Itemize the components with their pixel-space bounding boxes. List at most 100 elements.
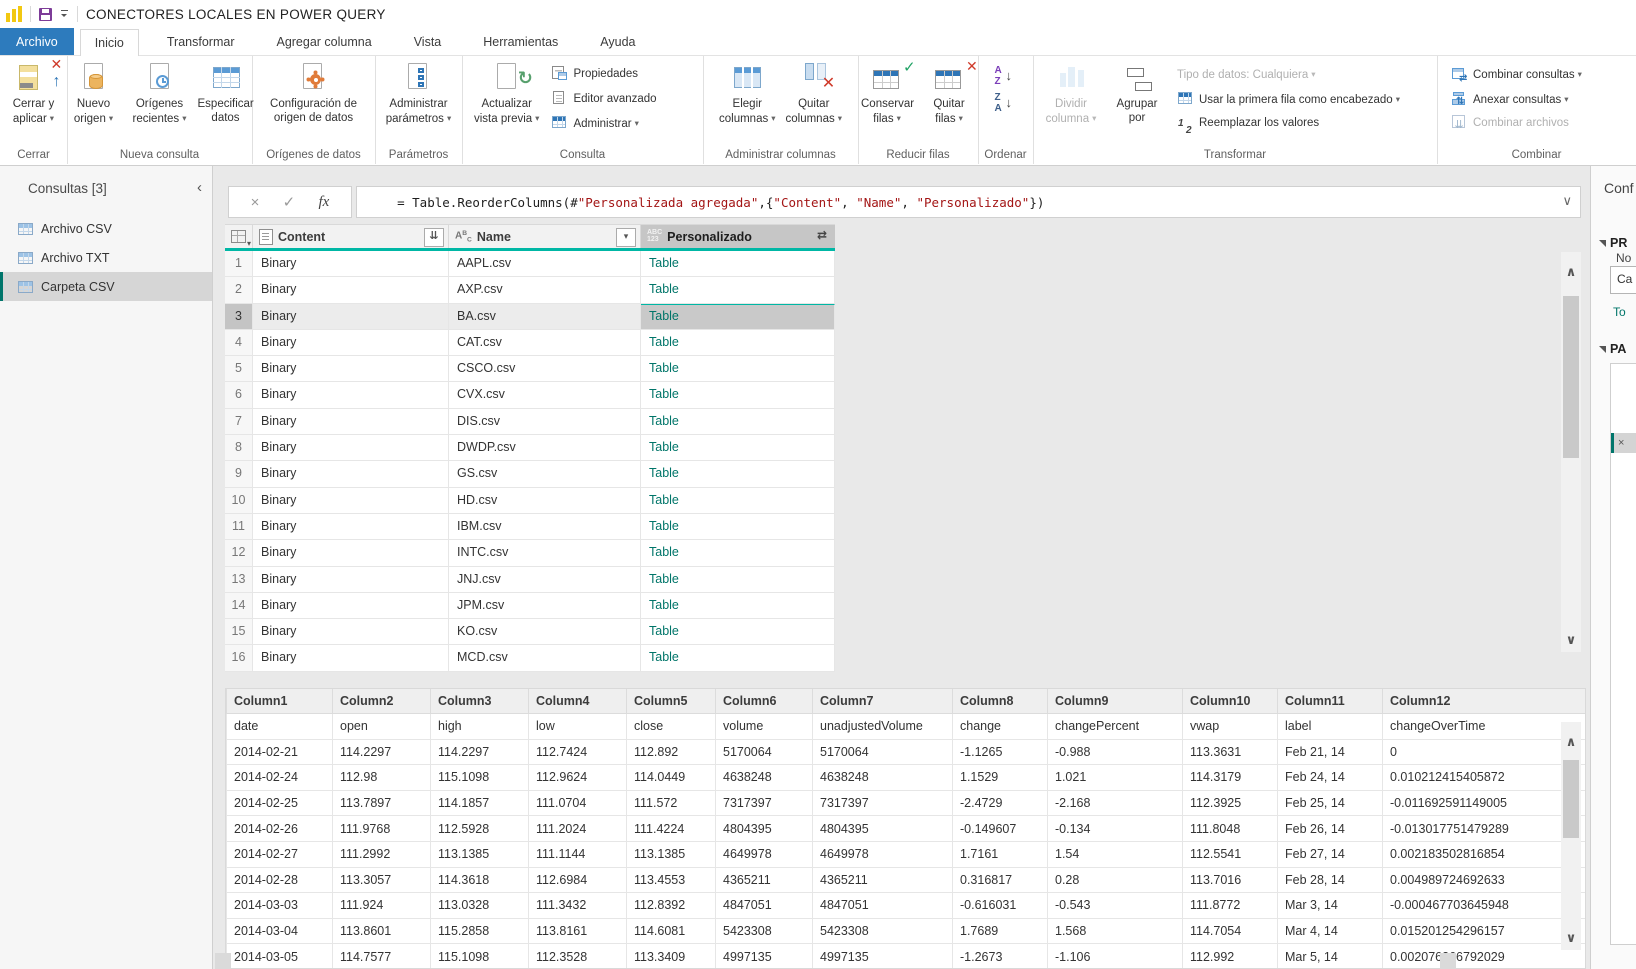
content-cell[interactable]: Binary [253,251,449,276]
horizontal-scrollbar-right[interactable] [1440,953,1456,969]
preview-cell[interactable]: 0.316817 [953,867,1048,893]
preview-cell[interactable]: 113.8161 [529,918,627,944]
preview-cell[interactable]: 5423308 [813,918,953,944]
name-cell[interactable]: CAT.csv [449,330,641,355]
personalizado-cell[interactable]: Table [641,514,835,539]
preview-cell[interactable]: -0.149607 [953,816,1048,842]
preview-cell[interactable]: 0 [1383,739,1587,765]
preview-cell[interactable]: -0.134 [1048,816,1183,842]
formula-confirm-icon[interactable]: ✓ [283,193,296,211]
applied-step-selected[interactable]: × [1611,433,1636,453]
preview-cell[interactable]: -2.4729 [953,790,1048,816]
preview-cell[interactable]: 7317397 [813,790,953,816]
ribbon-tab[interactable]: Ayuda [586,28,649,55]
row-number-cell[interactable]: 9 [225,461,253,486]
preview-cell[interactable]: 114.3179 [1183,765,1278,791]
sort-ascending-button[interactable]: A Z ↓ [989,65,1023,90]
preview-cell[interactable]: 4365211 [716,867,813,893]
preview-cell[interactable]: Feb 27, 14 [1278,841,1383,867]
row-number-cell[interactable]: 11 [225,514,253,539]
preview-cell[interactable]: -0.616031 [953,893,1048,919]
query-list-item[interactable]: Carpeta CSV [0,272,212,301]
preview-cell[interactable]: 113.0328 [431,893,529,919]
preview-cell[interactable]: 4847051 [716,893,813,919]
preview-cell[interactable]: 0.010212415405872 [1383,765,1587,791]
ribbon-button[interactable]: Conservarfilas [857,60,917,126]
name-cell[interactable]: AXP.csv [449,277,641,302]
select-all-corner-button[interactable] [225,224,253,248]
preview-cell[interactable]: 113.1385 [431,841,529,867]
row-number-cell[interactable]: 1 [225,251,253,276]
preview-column-header[interactable]: Column10 [1183,689,1278,714]
preview-cell[interactable]: 5170064 [716,739,813,765]
preview-column-header[interactable]: Column3 [431,689,529,714]
preview-cell[interactable]: Mar 4, 14 [1278,918,1383,944]
name-cell[interactable]: HD.csv [449,488,641,513]
properties-section-header[interactable]: PR [1599,236,1627,250]
ribbon-button[interactable]: Elegircolumnas [715,60,780,126]
preview-cell[interactable]: 2014-03-05 [227,944,333,969]
column-header-content[interactable]: Content ⇊ [253,224,449,248]
ribbon-tab[interactable]: Herramientas [469,28,572,55]
preview-cell[interactable]: 115.1098 [431,944,529,969]
preview-cell[interactable]: 112.5541 [1183,841,1278,867]
personalizado-cell[interactable]: Table [641,330,835,355]
preview-cell[interactable]: changeOverTime [1383,714,1587,740]
name-cell[interactable]: JPM.csv [449,593,641,618]
preview-cell[interactable]: 114.7054 [1183,918,1278,944]
content-cell[interactable]: Binary [253,619,449,644]
preview-cell[interactable]: 4997135 [813,944,953,969]
preview-column-header[interactable]: Column5 [627,689,716,714]
preview-cell[interactable]: 111.924 [333,893,431,919]
personalizado-cell[interactable]: Table [641,619,835,644]
preview-cell[interactable]: 111.3432 [529,893,627,919]
preview-cell[interactable]: 111.8048 [1183,816,1278,842]
personalizado-cell[interactable]: Table [641,409,835,434]
content-cell[interactable]: Binary [253,382,449,407]
name-cell[interactable]: JNJ.csv [449,567,641,592]
quick-access-dropdown-icon[interactable] [60,9,69,19]
content-cell[interactable]: Binary [253,461,449,486]
preview-cell[interactable]: 112.6984 [529,867,627,893]
content-cell[interactable]: Binary [253,330,449,355]
content-cell[interactable]: Binary [253,435,449,460]
preview-cell[interactable]: vwap [1183,714,1278,740]
preview-column-header[interactable]: Column8 [953,689,1048,714]
row-number-cell[interactable]: 4 [225,330,253,355]
close-apply-button[interactable]: Cerrar yaplicar [2,60,66,126]
scroll-up-icon[interactable]: ∧ [1561,264,1581,280]
preview-cell[interactable]: 4649978 [716,841,813,867]
preview-vertical-scrollbar[interactable]: ∧ ∨ [1561,722,1581,950]
personalizado-cell[interactable]: Table [641,435,835,460]
personalizado-cell[interactable]: Table [641,645,835,670]
save-icon[interactable] [39,8,52,21]
preview-cell[interactable]: 2014-03-04 [227,918,333,944]
ribbon-small-button[interactable]: Administrar [545,111,662,136]
preview-cell[interactable]: -0.543 [1048,893,1183,919]
personalizado-cell[interactable]: Table [641,251,835,276]
column-header-name[interactable]: ABC Name [449,224,641,248]
preview-column-header[interactable]: Column2 [333,689,431,714]
formula-fx-icon[interactable]: fx [319,194,330,211]
preview-cell[interactable]: 4997135 [716,944,813,969]
delete-step-icon[interactable]: × [1618,437,1624,449]
ribbon-small-button[interactable]: Combinar archivos [1445,111,1588,136]
row-number-cell[interactable]: 6 [225,382,253,407]
ribbon-tab[interactable]: Inicio [80,29,139,56]
preview-cell[interactable]: 111.4224 [627,816,716,842]
preview-cell[interactable]: 2014-02-28 [227,867,333,893]
formula-cancel-icon[interactable]: × [251,194,260,211]
preview-cell[interactable]: -1.106 [1048,944,1183,969]
ribbon-small-button[interactable]: Usar la primera fila como encabezado [1171,87,1406,112]
ribbon-button[interactable]: Administrarparámetros [382,60,455,126]
sort-descending-button[interactable]: Z A ↓ [989,92,1023,117]
preview-cell[interactable]: change [953,714,1048,740]
preview-cell[interactable]: 111.9768 [333,816,431,842]
preview-cell[interactable]: 112.3528 [529,944,627,969]
content-cell[interactable]: Binary [253,488,449,513]
preview-cell[interactable]: 113.7016 [1183,867,1278,893]
row-number-cell[interactable]: 2 [225,277,253,302]
preview-cell[interactable]: 114.1857 [431,790,529,816]
preview-cell[interactable]: volume [716,714,813,740]
ribbon-tab[interactable]: Transformar [153,28,249,55]
